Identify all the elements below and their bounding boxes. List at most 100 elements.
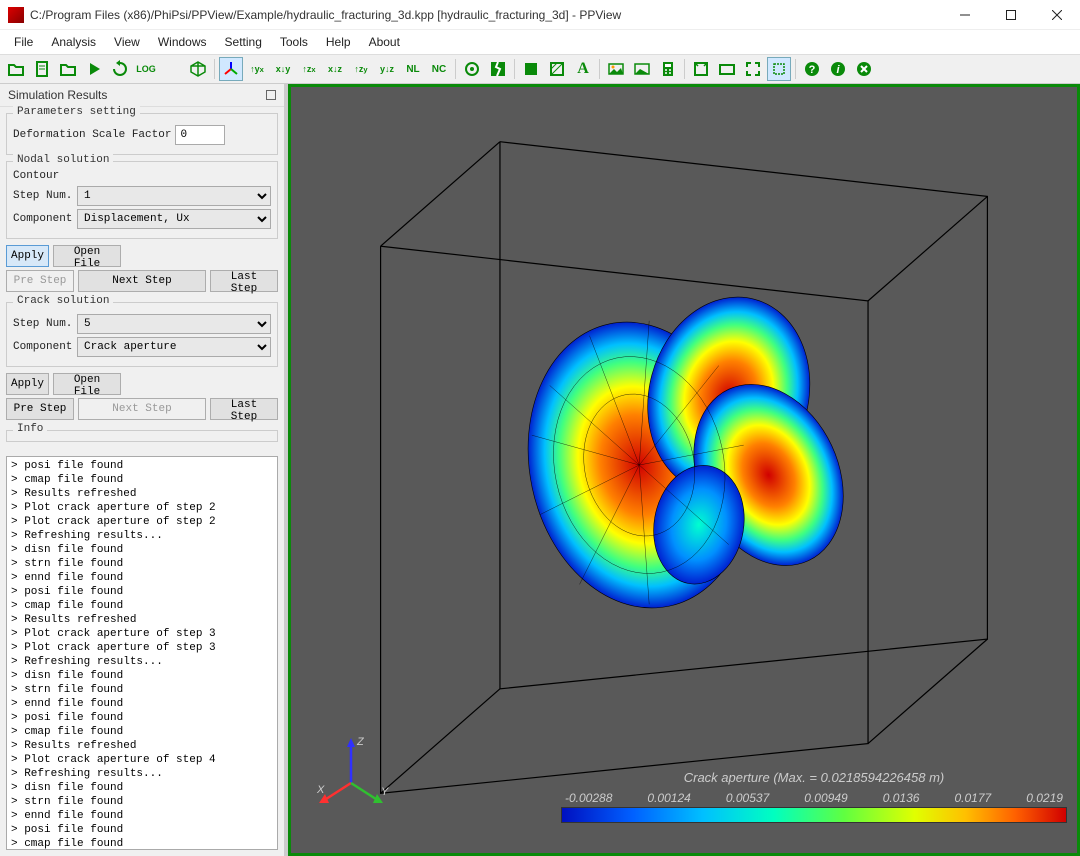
log-icon[interactable]: LOG (134, 57, 158, 81)
fullscreen-icon[interactable] (741, 57, 765, 81)
info-log[interactable]: > posi file found> cmap file found> Resu… (6, 456, 278, 850)
app-icon (8, 7, 24, 23)
main-area: Simulation Results Parameters setting De… (0, 84, 1080, 856)
log-line: > posi file found (11, 711, 273, 725)
nodal-apply-button[interactable]: Apply (6, 245, 49, 267)
parameters-title: Parameters setting (13, 106, 140, 118)
play-icon[interactable] (82, 57, 106, 81)
viewport-3d[interactable]: Z X Y Crack aperture (Max. = 0.021859422… (288, 84, 1080, 856)
view-xz2-icon[interactable]: x↓z (323, 57, 347, 81)
crack-apply-button[interactable]: Apply (6, 373, 49, 395)
select-icon[interactable] (767, 57, 791, 81)
crack-last-step-button[interactable]: Last Step (210, 398, 278, 420)
file-icon[interactable] (30, 57, 54, 81)
axis-y-label: Y (381, 786, 389, 798)
image-icon[interactable] (604, 57, 628, 81)
sidebar: Simulation Results Parameters setting De… (0, 84, 288, 856)
menu-tools[interactable]: Tools (272, 32, 316, 52)
nodal-open-file-button[interactable]: Open File (53, 245, 121, 267)
menu-windows[interactable]: Windows (150, 32, 215, 52)
dock-icon[interactable] (266, 90, 276, 100)
view-yz-icon[interactable]: ↑zy (349, 57, 373, 81)
view-yz2-icon[interactable]: y↓z (375, 57, 399, 81)
view-xy-icon[interactable]: ↑yx (245, 57, 269, 81)
help-icon[interactable]: ? (800, 57, 824, 81)
image2-icon[interactable] (630, 57, 654, 81)
colorbar: Crack aperture (Max. = 0.0218594226458 m… (561, 770, 1067, 823)
crack-step-label: Step Num. (13, 318, 73, 330)
log-line: > posi file found (11, 823, 273, 837)
nodal-pre-step-button[interactable]: Pre Step (6, 270, 74, 292)
menu-bar: File Analysis View Windows Setting Tools… (0, 30, 1080, 54)
view-xy2-icon[interactable]: x↓y (271, 57, 295, 81)
crack-step-select[interactable]: 5 (77, 314, 271, 334)
menu-view[interactable]: View (106, 32, 148, 52)
menu-help[interactable]: Help (318, 32, 359, 52)
view-xz-icon[interactable]: ↑zx (297, 57, 321, 81)
maximize-button[interactable] (988, 0, 1034, 30)
menu-file[interactable]: File (6, 32, 41, 52)
axis-indicator: Z X Y (311, 733, 391, 813)
info-icon[interactable]: i (826, 57, 850, 81)
colorbar-labels: -0.00288 0.00124 0.00537 0.00949 0.0136 … (561, 791, 1067, 805)
crack-component-label: Component (13, 341, 73, 353)
nodal-component-label: Component (13, 213, 73, 225)
window-icon[interactable] (715, 57, 739, 81)
menu-setting[interactable]: Setting (217, 32, 270, 52)
open-icon[interactable] (4, 57, 28, 81)
scale-factor-label: Deformation Scale Factor (13, 129, 171, 141)
solid-icon[interactable] (519, 57, 543, 81)
nodal-step-select[interactable]: 1 (77, 186, 271, 206)
crack-component-select[interactable]: Crack aperture (77, 337, 271, 357)
log-line: > Plot crack aperture of step 4 (11, 753, 273, 767)
svg-text:?: ? (809, 64, 816, 76)
nl-icon[interactable]: NL (401, 57, 425, 81)
log-line: > Results refreshed (11, 613, 273, 627)
axis-x-label: X (316, 784, 325, 796)
refresh-icon[interactable] (108, 57, 132, 81)
crack-next-step-button[interactable]: Next Step (78, 398, 206, 420)
calculator-icon[interactable] (656, 57, 680, 81)
scale-factor-input[interactable] (175, 125, 225, 145)
exit-icon[interactable] (852, 57, 876, 81)
nodal-group: Nodal solution Contour Step Num. 1 Compo… (6, 161, 278, 239)
fit-icon[interactable] (689, 57, 713, 81)
target-icon[interactable] (460, 57, 484, 81)
cube-icon[interactable] (186, 57, 210, 81)
log-line: > cmap file found (11, 599, 273, 613)
menu-analysis[interactable]: Analysis (43, 32, 104, 52)
info-group: Info (6, 430, 278, 442)
log-line: > strn file found (11, 795, 273, 809)
crack-open-file-button[interactable]: Open File (53, 373, 121, 395)
close-button[interactable] (1034, 0, 1080, 30)
log-line: > Results refreshed (11, 487, 273, 501)
log-line: > Refreshing results... (11, 655, 273, 669)
axis-3d-icon[interactable] (219, 57, 243, 81)
tick-6: 0.0219 (1026, 791, 1063, 805)
crack-icon[interactable] (486, 57, 510, 81)
nodal-next-step-button[interactable]: Next Step (78, 270, 206, 292)
log-line: > Refreshing results... (11, 529, 273, 543)
tick-3: 0.00949 (804, 791, 847, 805)
tick-5: 0.0177 (954, 791, 991, 805)
menu-about[interactable]: About (361, 32, 408, 52)
nc-icon[interactable]: NC (427, 57, 451, 81)
minimize-button[interactable] (942, 0, 988, 30)
tick-0: -0.00288 (565, 791, 612, 805)
nodal-last-step-button[interactable]: Last Step (210, 270, 278, 292)
crack-pre-step-button[interactable]: Pre Step (6, 398, 74, 420)
brush-icon[interactable] (160, 57, 184, 81)
folder-icon[interactable] (56, 57, 80, 81)
nodal-component-select[interactable]: Displacement, Ux (77, 209, 271, 229)
crack-group: Crack solution Step Num. 5 Component Cra… (6, 302, 278, 367)
tick-1: 0.00124 (647, 791, 690, 805)
hatch-icon[interactable] (545, 57, 569, 81)
scene-3d (291, 87, 1077, 853)
log-line: > Plot crack aperture of step 2 (11, 501, 273, 515)
log-line: > cmap file found (11, 725, 273, 739)
tick-4: 0.0136 (883, 791, 920, 805)
log-line: > Plot crack aperture of step 2 (11, 515, 273, 529)
log-line: > cmap file found (11, 473, 273, 487)
log-line: > strn file found (11, 683, 273, 697)
text-icon[interactable]: A (571, 57, 595, 81)
